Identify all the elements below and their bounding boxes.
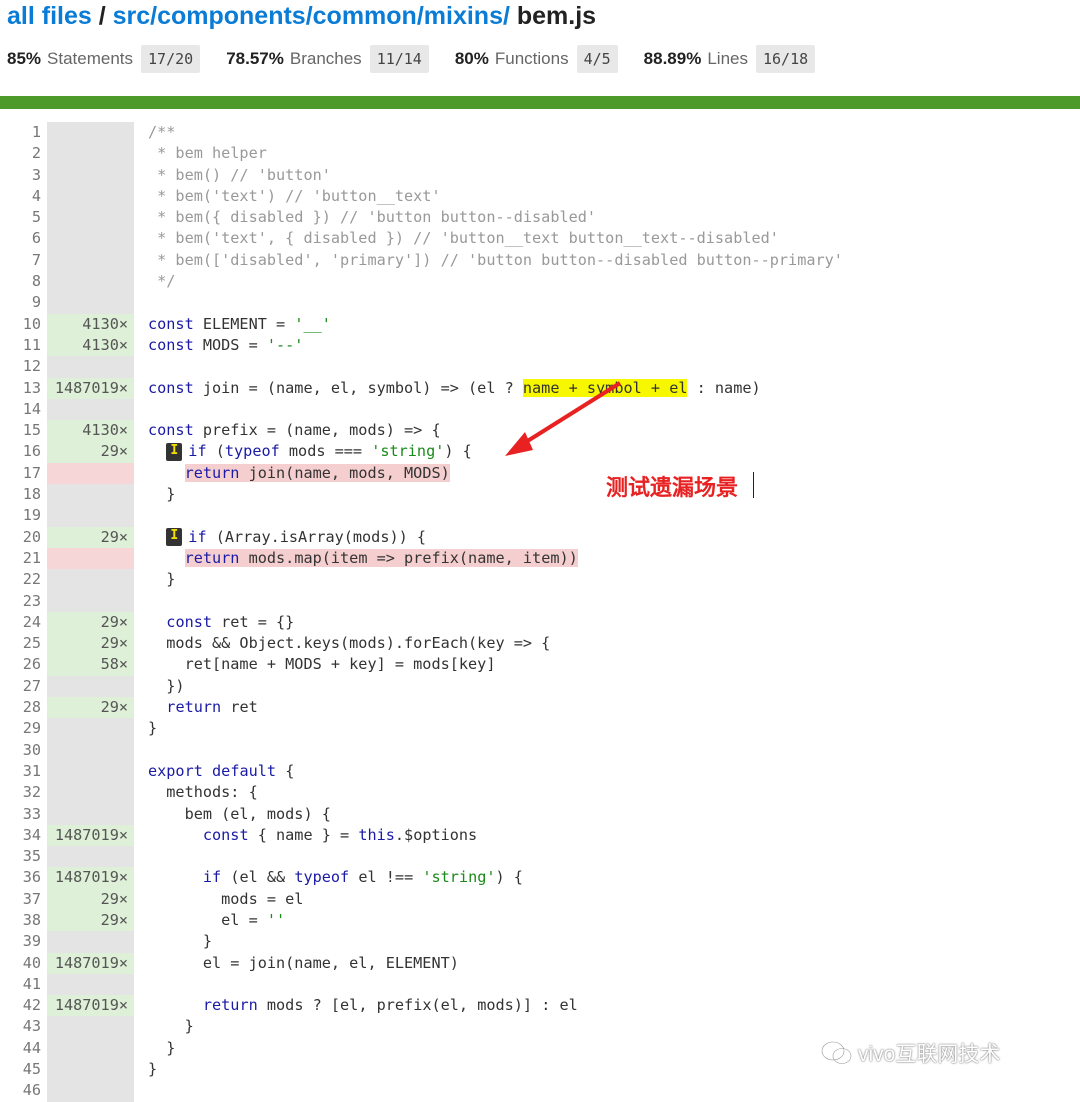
text-cursor	[753, 472, 754, 498]
wechat-icon	[821, 1041, 852, 1065]
watermark-text: vivo互联网技术	[858, 1043, 1001, 1066]
watermark: vivo互联网技术	[820, 1038, 1000, 1068]
annotation-text: 测试遗漏场景	[606, 475, 739, 500]
annotation-arrow	[505, 381, 622, 456]
